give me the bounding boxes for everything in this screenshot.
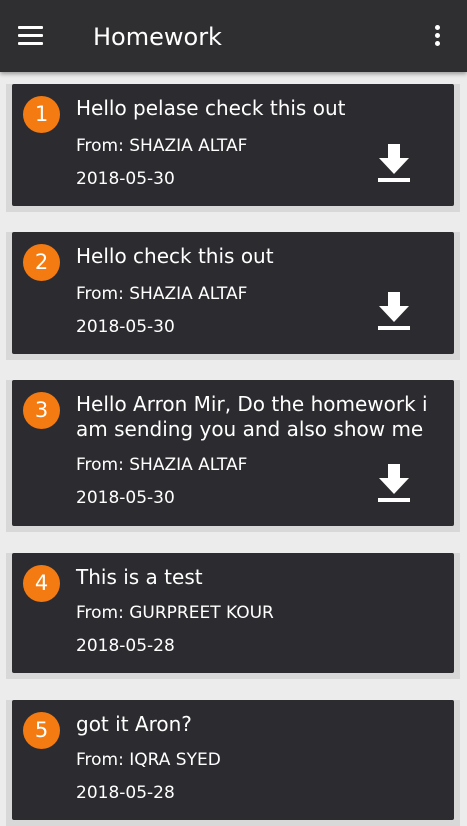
item-number-badge: 5 xyxy=(23,712,60,749)
homework-sender: From: IQRA SYED xyxy=(76,750,221,770)
download-icon[interactable] xyxy=(377,464,411,504)
homework-sender: From: SHAZIA ALTAF xyxy=(76,136,248,156)
more-vertical-icon[interactable] xyxy=(430,25,446,49)
app-bar: Homework xyxy=(0,0,467,72)
homework-date: 2018-05-28 xyxy=(76,783,175,803)
homework-card[interactable]: 1 Hello pelase check this out From: SHAZ… xyxy=(12,84,454,206)
list-item-wrapper: 3 Hello Arron Mir, Do the homework i am … xyxy=(6,380,460,532)
item-number-badge: 4 xyxy=(23,565,60,602)
homework-message: This is a test xyxy=(76,565,203,589)
homework-message: got it Aron? xyxy=(76,712,192,736)
hamburger-menu-icon[interactable] xyxy=(18,26,44,46)
homework-sender: From: GURPREET KOUR xyxy=(76,603,274,623)
list-item-wrapper: 2 Hello check this out From: SHAZIA ALTA… xyxy=(6,232,460,360)
list-item-wrapper: 4 This is a test From: GURPREET KOUR 201… xyxy=(6,553,460,679)
homework-message: Hello check this out xyxy=(76,244,274,268)
homework-date: 2018-05-30 xyxy=(76,488,175,508)
download-icon[interactable] xyxy=(377,144,411,184)
download-icon[interactable] xyxy=(377,292,411,332)
homework-message: Hello pelase check this out xyxy=(76,96,346,120)
homework-card[interactable]: 5 got it Aron? From: IQRA SYED 2018-05-2… xyxy=(12,700,454,820)
list-item-wrapper: 1 Hello pelase check this out From: SHAZ… xyxy=(6,84,460,212)
homework-message: Hello Arron Mir, Do the homework i am se… xyxy=(76,392,428,441)
page-title: Homework xyxy=(93,23,222,51)
homework-date: 2018-05-30 xyxy=(76,317,175,337)
homework-card[interactable]: 3 Hello Arron Mir, Do the homework i am … xyxy=(12,380,454,526)
homework-date: 2018-05-30 xyxy=(76,169,175,189)
homework-card[interactable]: 4 This is a test From: GURPREET KOUR 201… xyxy=(12,553,454,673)
item-number-badge: 3 xyxy=(23,392,60,429)
item-number-badge: 2 xyxy=(23,244,60,281)
list-item-wrapper: 5 got it Aron? From: IQRA SYED 2018-05-2… xyxy=(6,700,460,826)
item-number-badge: 1 xyxy=(23,96,60,133)
homework-card[interactable]: 2 Hello check this out From: SHAZIA ALTA… xyxy=(12,232,454,354)
homework-sender: From: SHAZIA ALTAF xyxy=(76,455,248,475)
homework-sender: From: SHAZIA ALTAF xyxy=(76,284,248,304)
homework-date: 2018-05-28 xyxy=(76,636,175,656)
